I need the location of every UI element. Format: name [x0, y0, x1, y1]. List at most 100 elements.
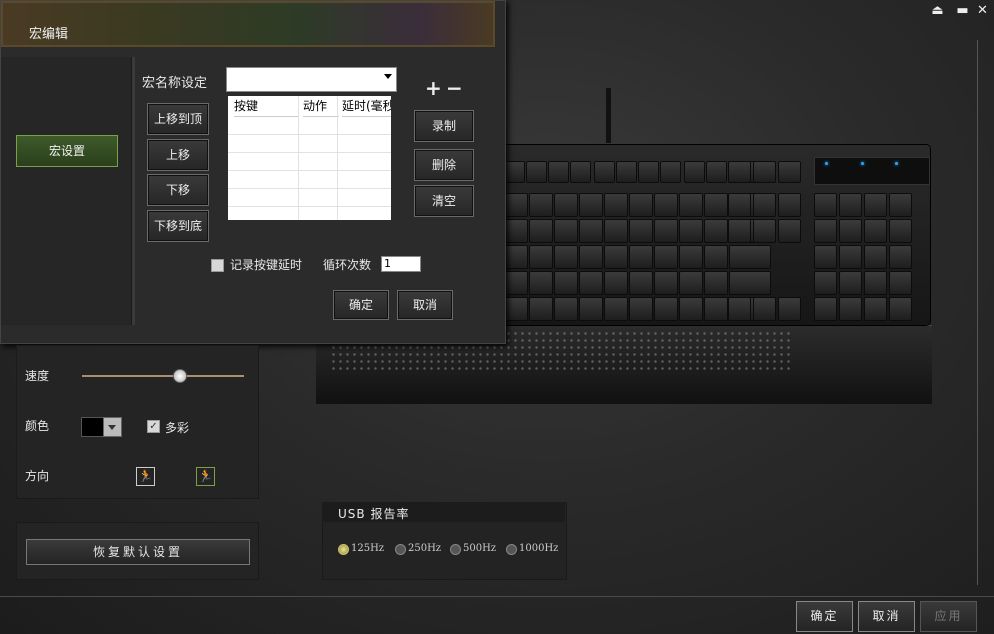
macro-settings-button[interactable]: 宏设置 — [16, 135, 118, 167]
delete-button[interactable]: 删除 — [414, 149, 474, 181]
keyboard-key — [604, 297, 628, 321]
keyboard-key — [729, 245, 771, 269]
keyboard-key — [629, 193, 653, 217]
keyboard-key — [729, 271, 771, 295]
keyboard-key — [778, 219, 801, 243]
usb-250hz-radio[interactable] — [395, 544, 406, 555]
keyboard-key — [654, 193, 678, 217]
keyboard-key — [579, 245, 603, 269]
keyboard-key — [529, 271, 553, 295]
record-delay-checkbox[interactable] — [211, 259, 224, 272]
keyboard-key — [704, 245, 728, 269]
table-gridline — [337, 96, 338, 220]
macro-edit-titlebar[interactable]: 宏编辑 — [1, 1, 495, 47]
keyboard-key — [839, 219, 862, 243]
keyboard-key — [728, 219, 751, 243]
keyboard-key — [889, 193, 912, 217]
usb-500hz-radio[interactable] — [450, 544, 461, 555]
direction-left-icon[interactable]: 🏃 — [136, 467, 155, 486]
column-header-delay: 延时(毫秒 — [342, 96, 391, 117]
keyboard-key — [654, 297, 678, 321]
record-button[interactable]: 录制 — [414, 110, 474, 142]
keyboard-key — [839, 193, 862, 217]
reset-defaults-button[interactable]: 恢复默认设置 — [26, 539, 250, 565]
loop-count-input[interactable]: 1 — [381, 256, 421, 272]
keyboard-key — [814, 271, 837, 295]
keyboard-key — [548, 161, 569, 183]
remove-icon[interactable]: − — [446, 76, 463, 100]
keyboard-key — [504, 161, 525, 183]
keyboard-key — [704, 193, 728, 217]
keyboard-key — [660, 161, 681, 183]
macro-divider — [131, 57, 135, 325]
loop-count-label: 循环次数 — [323, 258, 372, 272]
table-gridline — [298, 96, 299, 220]
add-icon[interactable]: + — [425, 76, 442, 100]
speed-slider-track[interactable] — [82, 375, 244, 377]
color-label: 颜色 — [25, 419, 50, 433]
keyboard-key — [638, 161, 659, 183]
multicolor-label: 多彩 — [165, 421, 190, 435]
keyboard-key — [814, 219, 837, 243]
column-header-action: 动作 — [303, 96, 339, 117]
direction-right-icon[interactable]: 🏃 — [196, 467, 215, 486]
keyboard-key — [728, 161, 751, 183]
keyboard-key — [704, 297, 728, 321]
keyboard-key — [579, 219, 603, 243]
keyboard-key — [889, 297, 912, 321]
table-gridline — [228, 170, 391, 171]
record-delay-label: 记录按键延时 — [230, 258, 303, 272]
keyboard-key — [504, 271, 528, 295]
macro-ok-button[interactable]: 确定 — [333, 290, 389, 320]
keyboard-key — [654, 271, 678, 295]
keyboard-key — [814, 193, 837, 217]
keyboard-key — [529, 193, 553, 217]
move-up-button[interactable]: 上移 — [147, 139, 209, 171]
keyboard-key — [504, 219, 528, 243]
keyboard-key — [814, 297, 837, 321]
cancel-button[interactable]: 取消 — [858, 601, 915, 632]
macro-edit-title: 宏编辑 — [29, 27, 69, 42]
macro-actions-table[interactable]: 按键 动作 延时(毫秒 — [228, 96, 391, 220]
keyboard-key — [679, 297, 703, 321]
apply-button[interactable]: 应用 — [920, 601, 977, 632]
keyboard-key — [864, 193, 887, 217]
color-dropdown-button[interactable] — [103, 417, 122, 437]
keyboard-key — [604, 271, 628, 295]
clear-button[interactable]: 清空 — [414, 185, 474, 217]
keyboard-key — [629, 245, 653, 269]
usb-1000hz-radio[interactable] — [506, 544, 517, 555]
keyboard-key — [604, 193, 628, 217]
table-gridline — [228, 206, 391, 207]
keyboard-key — [704, 271, 728, 295]
keyboard-key — [679, 219, 703, 243]
move-top-button[interactable]: 上移到顶 — [147, 103, 209, 135]
macro-cancel-button[interactable]: 取消 — [397, 290, 453, 320]
eject-icon[interactable]: ⏏ — [930, 3, 945, 18]
usb-250hz-label: 250Hz — [408, 543, 442, 554]
keyboard-key — [889, 245, 912, 269]
keyboard-key — [753, 297, 776, 321]
usb-125hz-radio[interactable] — [338, 544, 349, 555]
keyboard-key — [629, 219, 653, 243]
keyboard-key — [728, 193, 751, 217]
usb-500hz-label: 500Hz — [463, 543, 497, 554]
color-swatch[interactable] — [81, 417, 105, 437]
move-bottom-button[interactable]: 下移到底 — [147, 210, 209, 242]
ok-button[interactable]: 确定 — [796, 601, 853, 632]
keyboard-key — [526, 161, 547, 183]
keyboard-key — [864, 245, 887, 269]
scrolllock-led-icon — [895, 162, 898, 165]
move-down-button[interactable]: 下移 — [147, 174, 209, 206]
speed-label: 速度 — [25, 369, 50, 383]
multicolor-checkbox[interactable]: ✓ — [147, 420, 160, 433]
keyboard-key — [778, 161, 801, 183]
keyboard-key — [504, 297, 528, 321]
close-icon[interactable]: ✕ — [975, 3, 990, 18]
minimize-icon[interactable]: ▬ — [955, 3, 970, 18]
macro-name-select[interactable] — [226, 67, 397, 92]
usb-1000hz-label: 1000Hz — [519, 543, 559, 554]
direction-label: 方向 — [25, 469, 50, 483]
keyboard-key — [679, 193, 703, 217]
keyboard-key — [679, 245, 703, 269]
